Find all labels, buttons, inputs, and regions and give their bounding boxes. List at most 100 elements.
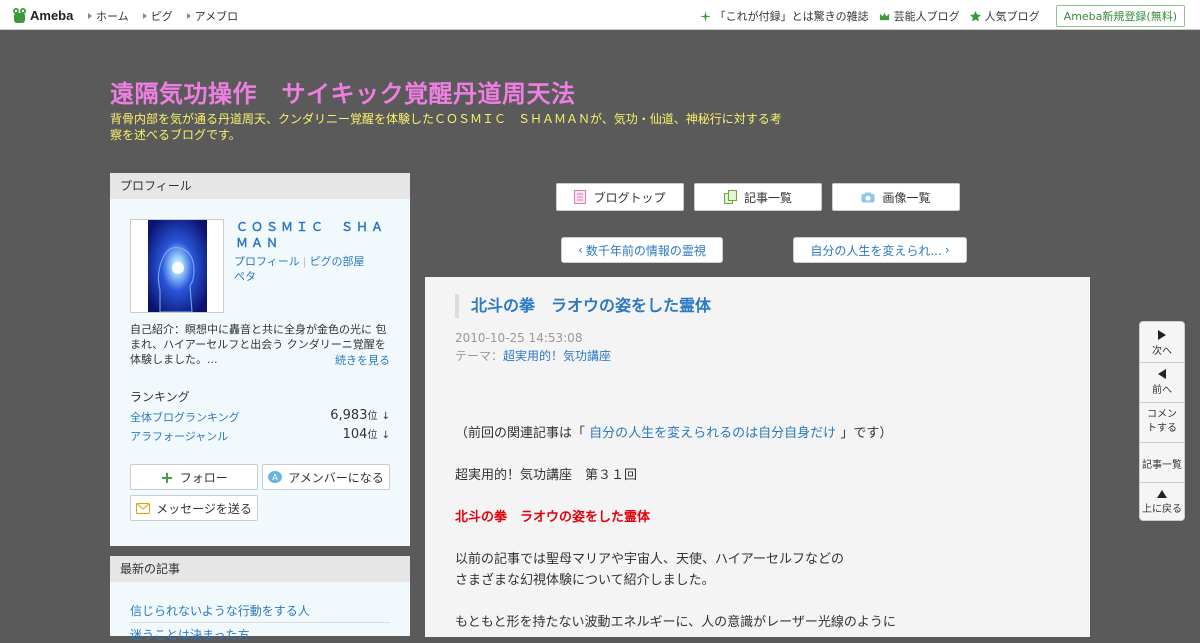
comment-button[interactable]: コメントする — [1140, 408, 1184, 436]
tab-blog-top-label: ブログトップ — [593, 190, 666, 205]
avatar[interactable] — [130, 219, 224, 313]
mail-icon — [136, 502, 151, 514]
article: 北斗の拳 ラオウの姿をした霊体 2010-10-25 14:53:08 テーマ：… — [425, 277, 1090, 637]
follow-button[interactable]: + フォロー — [130, 464, 258, 490]
tab-image-list-label: 画像一覧 — [882, 190, 931, 205]
amember-button[interactable]: A アメンバーになる — [262, 464, 390, 490]
play-up-icon — [1157, 490, 1167, 498]
related-article-link[interactable]: 自分の人生を変えられるのは自分自身だけ — [589, 426, 836, 441]
article-theme: テーマ：超実用的！気功講座 — [455, 347, 611, 364]
related-article-line: （前回の関連記事は「 自分の人生を変えられるのは自分自身だけ 」です） — [455, 422, 892, 441]
divider — [1140, 482, 1184, 483]
chevron-left-icon: ‹ — [578, 243, 583, 257]
paragraph-line: 以前の記事では聖母マリアや宇宙人、天使、ハイアーセルフなどの — [455, 552, 844, 567]
ranking-row: アラフォージャンル 104位 ↓ — [130, 426, 390, 444]
rank-number: 6,983 — [330, 408, 368, 423]
popular-blog-link[interactable]: 人気ブログ — [969, 8, 1040, 24]
document-icon — [574, 190, 587, 204]
arrow-right-icon — [88, 13, 92, 19]
nav-ameblo-label: アメブロ — [194, 10, 239, 23]
plus-icon: + — [160, 467, 174, 487]
top-bar: Ameba ホーム ピグ アメブロ 「これが付録」とは驚きの雑誌 芸能人ブログ … — [0, 0, 1200, 30]
rank-unit: 位 — [367, 411, 378, 422]
blog-title[interactable]: 遠隔気功操作 サイキック覚醒丹道周天法 — [110, 74, 576, 109]
profile-name[interactable]: ＣＯＳＭＩＣ ＳＨＡＭＡＮ — [236, 219, 386, 251]
chevron-right-icon: › — [944, 243, 950, 257]
paragraph-line: もともと形を持たない波動エネルギーに、人の意識がレーザー光線のように — [455, 615, 896, 630]
rank-arrow-icon: ↓ — [381, 430, 390, 441]
nav-pig[interactable]: ピグ — [142, 8, 173, 24]
sparkle-icon — [699, 10, 711, 22]
tab-image-list[interactable]: 画像一覧 — [832, 183, 960, 211]
amember-icon: A — [268, 471, 283, 483]
ameba-frog-icon — [13, 7, 26, 23]
peta-link[interactable]: ペタ — [234, 270, 256, 283]
read-more-link[interactable]: 続きを見る — [335, 352, 390, 368]
message-button[interactable]: メッセージを送る — [130, 495, 258, 521]
header-links: 「これが付録」とは驚きの雑誌 芸能人ブログ 人気ブログ Ameba新規登録(無料… — [699, 5, 1185, 27]
ranking-row: 全体ブログランキング 6,983位 ↓ — [130, 407, 390, 425]
related-prefix: （前回の関連記事は「 — [455, 426, 586, 441]
play-left-icon — [1158, 369, 1166, 379]
rank-arrow-icon: ↓ — [381, 411, 390, 422]
prev-article-button[interactable]: ‹ 数千年前の情報の霊視 — [561, 237, 723, 263]
prev-label: 前へ — [1152, 385, 1172, 396]
theme-label: テーマ： — [455, 349, 504, 363]
ranking-title: ランキング — [130, 390, 190, 404]
tab-blog-top[interactable]: ブログトップ — [556, 183, 684, 211]
rank-unit: 位 — [367, 430, 378, 441]
global-nav: ホーム ピグ アメブロ — [88, 8, 238, 24]
follow-label: フォロー — [179, 470, 228, 485]
prev-article-label: 数千年前の情報の霊視 — [585, 243, 706, 258]
recent-header: 最新の記事 — [110, 556, 410, 582]
separator: | — [302, 255, 307, 268]
back-to-top-label: 上に戻る — [1142, 504, 1182, 515]
nav-home-label: ホーム — [96, 10, 129, 23]
floating-nav: 次へ 前へ コメントする 記事一覧 上に戻る — [1139, 321, 1185, 521]
recent-articles-box: 最新の記事 信じられないような行動をする人 迷うことは決まった方 — [110, 556, 410, 642]
genre-ranking-link[interactable]: アラフォージャンル — [130, 430, 228, 443]
crown-icon — [879, 12, 889, 20]
play-right-icon — [1158, 330, 1166, 340]
overall-ranking-link[interactable]: 全体ブログランキング — [130, 411, 240, 424]
overall-ranking-value: 6,983位 ↓ — [330, 407, 390, 423]
register-button[interactable]: Ameba新規登録(無料) — [1055, 5, 1185, 27]
next-label: 次へ — [1152, 346, 1172, 357]
svg-text:A: A — [273, 473, 279, 482]
profile-header: プロフィール — [110, 173, 410, 199]
next-article-button[interactable]: 自分の人生を変えられ... › — [793, 237, 967, 263]
nav-pig-label: ピグ — [150, 10, 173, 23]
divider — [1140, 362, 1184, 363]
prev-button[interactable]: 前へ — [1140, 369, 1184, 396]
amember-label: アメンバーになる — [288, 470, 384, 485]
theme-link[interactable]: 超実用的！気功講座 — [503, 349, 611, 363]
article-list-button[interactable]: 記事一覧 — [1140, 456, 1184, 471]
camera-icon — [861, 192, 875, 202]
next-button[interactable]: 次へ — [1140, 330, 1184, 357]
article-title[interactable]: 北斗の拳 ラオウの姿をした霊体 — [455, 294, 711, 318]
brand-name: Ameba — [30, 7, 74, 23]
featured-link[interactable]: 「これが付録」とは驚きの雑誌 — [699, 8, 869, 24]
celebrity-blog-label: 芸能人ブログ — [893, 10, 960, 23]
recent-article-link[interactable]: 迷うことは決まった方 — [130, 626, 250, 643]
featured-link-label: 「これが付録」とは驚きの雑誌 — [714, 10, 869, 23]
blog-description: 背骨内部を気が通る丹道周天、クンダリニー覚醒を体験したＣＯＳＭＩＣ ＳＨＡＭＡＮ… — [110, 112, 782, 142]
tab-article-list-label: 記事一覧 — [743, 190, 792, 205]
tab-article-list[interactable]: 記事一覧 — [694, 183, 822, 211]
profile-links: プロフィール | ピグの部屋 ペタ — [234, 254, 394, 284]
back-to-top-button[interactable]: 上に戻る — [1140, 490, 1184, 515]
rank-number: 104 — [342, 427, 368, 442]
star-icon — [969, 10, 981, 22]
genre-ranking-value: 104位 ↓ — [343, 426, 390, 442]
divider — [1140, 402, 1184, 403]
article-heading: 北斗の拳 ラオウの姿をした霊体 — [455, 510, 651, 525]
nav-home[interactable]: ホーム — [88, 8, 129, 24]
avatar-image — [148, 220, 207, 312]
pig-room-link[interactable]: ピグの部屋 — [310, 255, 365, 268]
nav-ameblo[interactable]: アメブロ — [186, 8, 239, 24]
recent-article-link[interactable]: 信じられないような行動をする人 — [130, 602, 390, 623]
ameba-logo[interactable]: Ameba — [12, 6, 73, 24]
celebrity-blog-link[interactable]: 芸能人ブログ — [879, 8, 960, 24]
profile-link[interactable]: プロフィール — [234, 255, 300, 268]
next-article-label: 自分の人生を変えられ... — [810, 243, 942, 258]
